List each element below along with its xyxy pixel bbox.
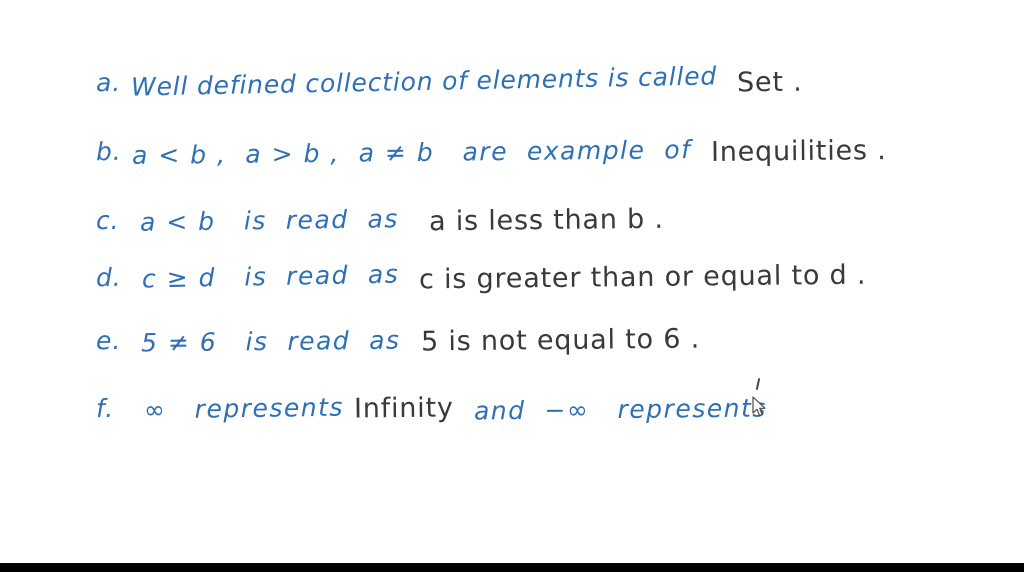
note-line-b: b. a < b , a > b , a ≠ b are example of In… <box>44 113 887 190</box>
note-answer-c: a is less than b . <box>428 203 664 238</box>
note-label-d: d. <box>96 262 123 293</box>
note-label-e: e. <box>96 325 122 356</box>
note-label-f: f. <box>96 393 115 424</box>
note-answer-f-part1: Infinity <box>354 392 455 425</box>
note-prompt-b: a < b , a > b , a ≠ b are example of <box>131 135 692 170</box>
note-label-c: c. <box>96 205 121 236</box>
note-label-a: a. <box>96 67 122 98</box>
bottom-bar <box>0 563 1024 572</box>
note-prompt-a: Well defined collection of elements is c… <box>131 61 718 102</box>
note-label-b: b. <box>96 136 123 167</box>
note-prompt-f-part2: and −∞ represents <box>473 393 767 426</box>
note-line-f: f. ∞ represents Infinity and −∞ represents <box>44 370 787 447</box>
note-prompt-e: 5 ≠ 6 is read as <box>141 325 402 358</box>
note-answer-a: Set . <box>737 66 804 99</box>
note-answer-d: c is greater than or equal to d . <box>419 259 867 296</box>
screenshot-root: a. Well defined collection of elements is… <box>0 0 1024 572</box>
handwritten-sheet: a. Well defined collection of elements is… <box>0 0 1024 563</box>
note-prompt-c: a < b is read as <box>139 204 399 237</box>
note-prompt-f-part1: ∞ represents <box>144 392 345 425</box>
note-line-e: e. 5 ≠ 6 is read as 5 is not equal to 6 . <box>44 302 700 379</box>
note-prompt-d: c ≥ d is read as <box>141 259 400 294</box>
note-answer-b: Inequilities . <box>711 135 888 168</box>
note-answer-e: 5 is not equal to 6 . <box>420 323 701 358</box>
note-line-a: a. Well defined collection of elements is… <box>44 44 803 121</box>
